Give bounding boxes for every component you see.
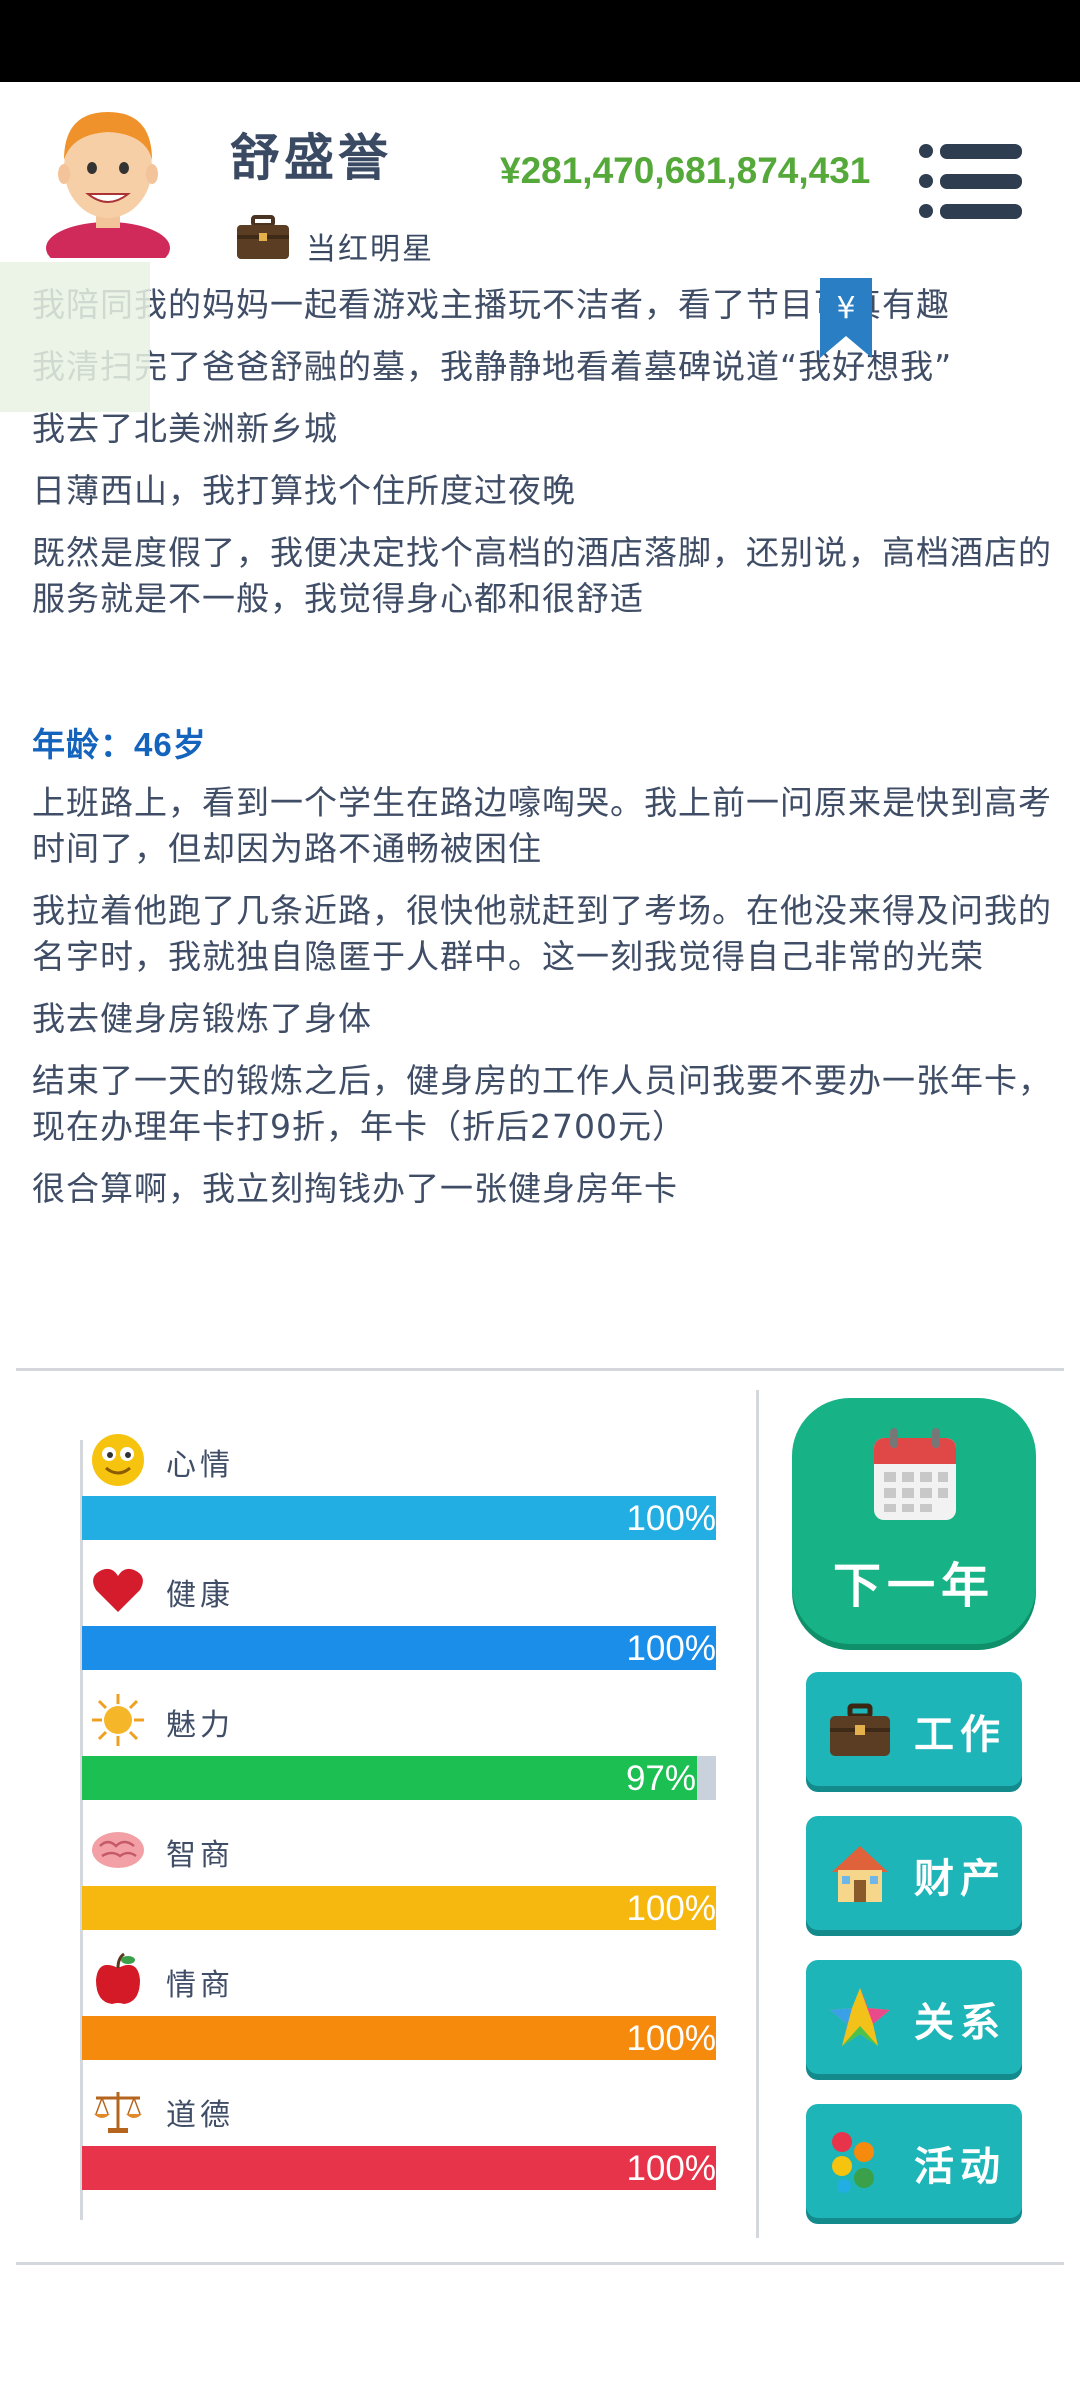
apple-icon [96, 1952, 140, 2004]
bookmark-yen-icon[interactable]: ¥ [818, 278, 874, 360]
stat-bar [82, 1496, 716, 1540]
divider [16, 1368, 1064, 1371]
log-line: 上班路上，看到一个学生在路边嚎啕哭。我上前一问原来是快到高考时间了，但却因为路不… [32, 783, 1052, 868]
job-title: 当红明星 [306, 232, 434, 267]
briefcase-icon [830, 1703, 890, 1756]
stat-bar [82, 1886, 716, 1930]
scale-icon [94, 2092, 142, 2133]
stat-bar-fill [82, 1626, 716, 1670]
relations-button[interactable]: 关系 [806, 1960, 1022, 2074]
stat-bar [82, 2016, 716, 2060]
log-line: 我去健身房锻炼了身体 [32, 999, 372, 1038]
assets-button[interactable]: 财产 [806, 1816, 1022, 1930]
stat-bar [82, 1756, 716, 1800]
stat-percent: 100% [626, 1629, 716, 1668]
divider-vertical [756, 1390, 759, 2238]
log-line: 很合算啊，我立刻掏钱办了一张健身房年卡 [32, 1169, 678, 1208]
stat-percent: 100% [626, 2149, 716, 2188]
sun-icon [92, 1694, 144, 1746]
stat-bar-fill [82, 1886, 716, 1930]
next-year-button[interactable]: 下一年 [792, 1398, 1036, 1644]
divider [16, 2262, 1064, 2265]
stat-charm: 魅力 97% [82, 1692, 716, 1812]
briefcase-icon [237, 215, 289, 259]
stat-iq: 智商 100% [82, 1822, 716, 1942]
player-name: 舒盛誉 [230, 129, 392, 187]
stat-mood: 心情 100% [82, 1432, 716, 1552]
stat-label: 道德 [166, 2098, 234, 2133]
stat-label: 健康 [166, 1578, 234, 1613]
stat-bar [82, 2146, 716, 2190]
stat-bar-fill [82, 1496, 716, 1540]
stat-percent: 97% [625, 1759, 696, 1798]
dots-icon [832, 2132, 874, 2193]
stat-health: 健康 100% [82, 1562, 716, 1682]
log-line: 我陪同我的妈妈一起看游戏主播玩不洁者，看了节目可真有趣 [32, 285, 950, 324]
activities-button[interactable]: 活动 [806, 2104, 1022, 2218]
next-year-label: 下一年 [832, 1558, 995, 1614]
work-label: 工作 [914, 1712, 1006, 1758]
log-line: 既然是度假了，我便决定找个高档的酒店落脚，还别说，高档酒店的服务就是不一般，我觉… [32, 533, 1052, 618]
stat-label: 智商 [166, 1838, 234, 1873]
calendar-icon [874, 1428, 956, 1520]
house-icon [832, 1846, 888, 1902]
heart-icon [93, 1568, 143, 1612]
relations-label: 关系 [914, 2000, 1006, 2046]
stat-percent: 100% [626, 1499, 716, 1538]
smiley-icon [92, 1434, 144, 1486]
stat-percent: 100% [626, 1889, 716, 1928]
event-log: 我陪同我的妈妈一起看游戏主播玩不洁者，看了节目可真有趣 我清扫完了爸爸舒融的墓，… [32, 282, 1052, 1228]
stat-label: 心情 [166, 1448, 234, 1483]
overlay-image [0, 262, 150, 412]
status-bar [0, 0, 1080, 82]
log-line: 日薄西山，我打算找个住所度过夜晚 [32, 471, 576, 510]
stat-eq: 情商 100% [82, 1952, 716, 2072]
money-balance: ¥281,470,681,874,431 [500, 150, 871, 191]
stat-bar-fill [82, 2016, 716, 2060]
assets-label: 财产 [914, 1856, 1006, 1902]
avatar[interactable] [38, 98, 178, 258]
log-line: 我去了北美洲新乡城 [32, 409, 338, 448]
log-line: 我拉着他跑了几条近路，很快他就赶到了考场。在他没来得及问我的名字时，我就独自隐匿… [32, 891, 1052, 976]
activities-label: 活动 [914, 2144, 1006, 2190]
age-heading: 年龄：46岁 [32, 722, 1052, 768]
stat-label: 情商 [166, 1968, 234, 2003]
svg-text:¥: ¥ [836, 291, 855, 326]
brain-icon [92, 1832, 144, 1868]
stat-morality: 道德 100% [82, 2082, 716, 2202]
stat-label: 魅力 [166, 1708, 234, 1743]
age-value: 46岁 [134, 726, 207, 763]
work-button[interactable]: 工作 [806, 1672, 1022, 1786]
menu-icon[interactable] [918, 142, 1024, 220]
age-label: 年龄： [32, 725, 134, 764]
star-icon [830, 1988, 890, 2046]
stat-bar [82, 1626, 716, 1670]
stat-bar-fill [82, 1756, 697, 1800]
log-line: 我清扫完了爸爸舒融的墓，我静静地看着墓碑说道“我好想我” [32, 347, 953, 386]
stat-percent: 100% [626, 2019, 716, 2058]
log-line: 结束了一天的锻炼之后，健身房的工作人员问我要不要办一张年卡，现在办理年卡打9折，… [32, 1061, 1052, 1146]
stat-bar-fill [82, 2146, 716, 2190]
